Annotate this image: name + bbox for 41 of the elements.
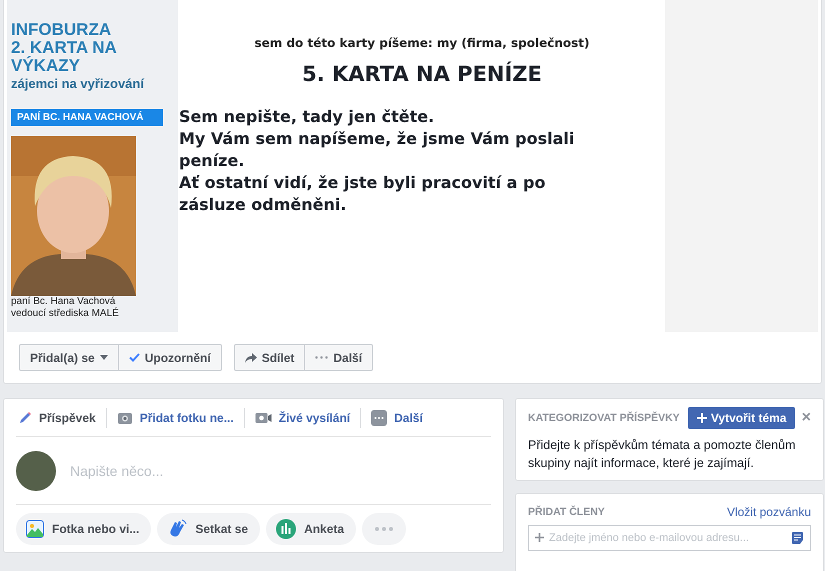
- document-note: sem do této karty píšeme: my (firma, společnost): [254, 36, 590, 50]
- composer-tab[interactable]: Příspěvek: [16, 408, 107, 428]
- create-topic-button[interactable]: Vytvořit téma: [688, 407, 796, 429]
- check-icon: [128, 353, 140, 362]
- section-heading: KATEGORIZOVAT PŘÍSPĚVKY: [528, 412, 680, 424]
- composer-chip[interactable]: Setkat se: [157, 513, 260, 545]
- more-button[interactable]: Další: [305, 344, 374, 371]
- note-icon: [792, 532, 803, 544]
- headline: INFOBURZA 2. KARTA NA VÝKAZY: [11, 21, 118, 75]
- image-icon: [26, 520, 44, 538]
- notifications-button[interactable]: Upozornění: [118, 344, 222, 371]
- composer-chip[interactable]: Fotka nebo vi...: [16, 513, 152, 545]
- add-member-field[interactable]: Zadejte jméno nebo e-mailovou adresu...: [528, 525, 811, 551]
- joined-button[interactable]: Přidal(a) se: [19, 344, 119, 371]
- composer-tab[interactable]: Živé vysílání: [244, 408, 362, 428]
- subtitle: zájemci na vyřizování: [11, 76, 146, 91]
- invite-link[interactable]: Vložit pozvánku: [726, 505, 811, 519]
- camera-icon: [116, 410, 133, 424]
- more-icon: [375, 527, 394, 531]
- document-text: Sem nepište, tady jen čtěte.: [179, 106, 436, 128]
- more-button[interactable]: [362, 513, 406, 545]
- plus-icon: [696, 413, 707, 423]
- video-camera-icon: [254, 412, 272, 424]
- poll-icon: [276, 519, 296, 539]
- section-heading: PŘIDAT ČLENY: [528, 506, 605, 518]
- caret-icon: [100, 355, 108, 360]
- share-button[interactable]: Sdílet: [234, 344, 306, 371]
- composer-tab[interactable]: Přidat fotku ne...: [106, 408, 245, 428]
- more-icon: [315, 356, 328, 359]
- pencil-icon: [18, 410, 32, 424]
- share-arrow-icon: [244, 352, 257, 362]
- topics-text: Přidejte k příspěvkům témata a pomozte členům skupiny najít informace, které je zajímají.: [528, 437, 796, 472]
- name-banner: PANÍ BC. HANA VACHOVÁ: [11, 109, 163, 126]
- document-text: My Vám sem napíšeme, že jsme Vám poslali peníze.: [179, 128, 576, 172]
- composer-tab[interactable]: Další: [361, 408, 433, 428]
- document-title: 5. KARTA NA PENÍZE: [301, 62, 543, 86]
- composer-chip[interactable]: Anketa: [266, 513, 356, 545]
- more-icon: [371, 410, 388, 426]
- avatar: [16, 450, 56, 490]
- photo-caption: paní Bc. Hana Vachová vedoucí střediska MALÉ: [11, 296, 120, 320]
- document-text: Ať ostatní vidí, že jste byli pracovití a po zásluze odměněni.: [179, 172, 546, 216]
